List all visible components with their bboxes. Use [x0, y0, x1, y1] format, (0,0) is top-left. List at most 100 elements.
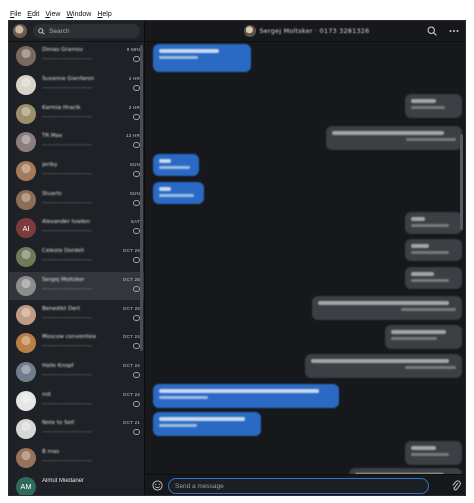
message-bubble-outgoing	[312, 296, 462, 320]
read-receipt-icon	[133, 142, 140, 149]
avatar	[16, 46, 36, 67]
conversation-body: Stuarts —————————— SUN	[42, 190, 140, 210]
menu-file[interactable]: File	[10, 11, 21, 18]
read-receipt-icon	[133, 257, 140, 264]
read-receipt-icon	[133, 429, 140, 436]
conversation-preview: ——————————	[42, 314, 92, 321]
more-options-icon[interactable]	[449, 26, 459, 36]
conversation-name: Note to Self	[42, 420, 75, 427]
conversation-item[interactable]: B mas ——————————	[9, 444, 144, 473]
conversation-body: Sergej Moltsker —————————— OCT 28	[42, 276, 140, 296]
conversation-item[interactable]: Susanna Gianfaron —————————— 2 HR	[9, 71, 144, 100]
read-receipt-icon	[133, 56, 140, 63]
conversation-body: Dimas Gramov —————————— 9 MIN	[42, 46, 140, 66]
conversation-item[interactable]: Karmia Hracik —————————— 2 HR	[9, 99, 144, 128]
conversation-header: Sergej Moltsker · 0173 3281326	[146, 21, 465, 42]
conversation-item[interactable]: TR Max —————————— 13 HR	[9, 128, 144, 157]
conversation-preview: ——————————	[42, 429, 92, 436]
conversation-body: Susanna Gianfaron —————————— 2 HR	[42, 75, 140, 95]
conversation-title: Sergej Moltsker · 0173 3281326	[259, 27, 370, 35]
conversation-preview: ——————————	[42, 142, 92, 149]
search-icon[interactable]	[427, 26, 437, 36]
conversation-name: Karmia Hracik	[42, 104, 81, 111]
conversation-item[interactable]: AM Almut Miedaner	[9, 472, 144, 495]
conversation-item[interactable]: Note to Self —————————— OCT 21	[9, 415, 144, 444]
avatar	[16, 447, 36, 468]
avatar	[16, 75, 36, 96]
menu-window[interactable]: Window	[66, 11, 91, 18]
conversation-time: 2 HR	[128, 76, 140, 82]
message-bubble-outgoing	[405, 94, 462, 118]
conversation-time: 9 MIN	[126, 47, 140, 53]
avatar	[16, 132, 36, 153]
composer-bar	[146, 474, 465, 495]
conversation-preview: ——————————	[42, 285, 92, 292]
search-icon	[38, 27, 45, 35]
conversation-name: Stuarts	[42, 190, 62, 197]
conversation-name: Sergej Moltsker	[42, 276, 85, 283]
conversation-time: 13 HR	[125, 133, 140, 139]
conversation-body: Hallo Knopf —————————— OCT 24	[42, 362, 140, 382]
avatar: AI	[16, 218, 36, 239]
conversation-item[interactable]: Dimas Gramov —————————— 9 MIN	[9, 42, 144, 71]
conversation-item[interactable]: Hallo Knopf —————————— OCT 24	[9, 358, 144, 387]
app-window: File Edit View Window Help Dimas Gramov —…	[0, 0, 474, 503]
sidebar-header	[9, 21, 144, 42]
search-box[interactable]	[33, 24, 140, 38]
conversation-body: Benedikt Dert —————————— OCT 28	[42, 305, 140, 325]
menu-help[interactable]: Help	[97, 11, 111, 18]
conversation-body: Alexander Ivadon —————————— SAT	[42, 218, 140, 238]
conversation-item[interactable]: Benedikt Dert —————————— OCT 28	[9, 300, 144, 329]
conversation-item[interactable]: Stuarts —————————— SUN	[9, 185, 144, 214]
read-receipt-icon	[133, 400, 140, 407]
message-bubble-outgoing	[405, 239, 462, 261]
conversation-name: Alexander Ivadon	[42, 219, 91, 226]
conversation-name: Moscow conventioa	[42, 334, 97, 341]
conversation-item[interactable]: Celeste Dordell —————————— OCT 29	[9, 243, 144, 272]
avatar	[16, 361, 36, 382]
read-receipt-icon	[133, 371, 140, 378]
message-bubble-outgoing	[385, 325, 462, 349]
avatar	[16, 390, 36, 411]
conversation-item[interactable]: mlt —————————— OCT 24	[9, 386, 144, 415]
avatar	[16, 275, 36, 296]
emoji-icon[interactable]	[152, 480, 163, 491]
message-bubble-incoming	[153, 182, 204, 204]
profile-avatar[interactable]	[13, 24, 27, 38]
conversation-name: mlt	[42, 391, 52, 398]
conversation-item[interactable]: jeriby —————————— SUN	[9, 157, 144, 186]
conversation-item[interactable]: Moscow conventioa —————————— OCT 24	[9, 329, 144, 358]
conversation-preview: ——————————	[42, 171, 92, 178]
avatar	[16, 304, 36, 325]
conversation-preview: ——————————	[42, 400, 92, 407]
avatar	[16, 161, 36, 182]
conversation-preview: ——————————	[42, 343, 92, 350]
conversation-body: mlt —————————— OCT 24	[42, 391, 140, 411]
conversation-body: Note to Self —————————— OCT 21	[42, 419, 140, 439]
avatar: AM	[16, 476, 36, 495]
menu-edit[interactable]: Edit	[27, 11, 39, 18]
message-bubble-outgoing	[405, 441, 462, 465]
read-receipt-icon	[133, 85, 140, 92]
conversation-preview: ——————————	[42, 113, 92, 120]
sidebar-scrollbar[interactable]	[140, 45, 143, 351]
avatar	[16, 103, 36, 124]
conversation-name: Almut Miedaner	[42, 477, 85, 484]
message-input[interactable]	[168, 478, 429, 494]
conversation-item[interactable]: Sergej Moltsker —————————— OCT 28	[9, 271, 144, 301]
message-bubble-incoming	[153, 412, 261, 436]
contact-avatar[interactable]	[243, 25, 256, 37]
attachment-icon[interactable]	[451, 480, 461, 492]
conversation-body: TR Max —————————— 13 HR	[42, 132, 140, 152]
conversation-item[interactable]: AI Alexander Ivadon —————————— SAT	[9, 214, 144, 243]
avatar	[16, 247, 36, 268]
search-input[interactable]	[49, 27, 129, 35]
thread-scrollbar[interactable]	[460, 134, 463, 230]
avatar	[16, 189, 36, 210]
conversation-preview: ——————————	[42, 56, 92, 63]
message-bubble-incoming	[153, 154, 199, 176]
avatar	[16, 419, 36, 440]
menu-view[interactable]: View	[45, 11, 60, 18]
conversation-body: Moscow conventioa —————————— OCT 24	[42, 333, 140, 353]
read-receipt-icon	[133, 199, 140, 206]
